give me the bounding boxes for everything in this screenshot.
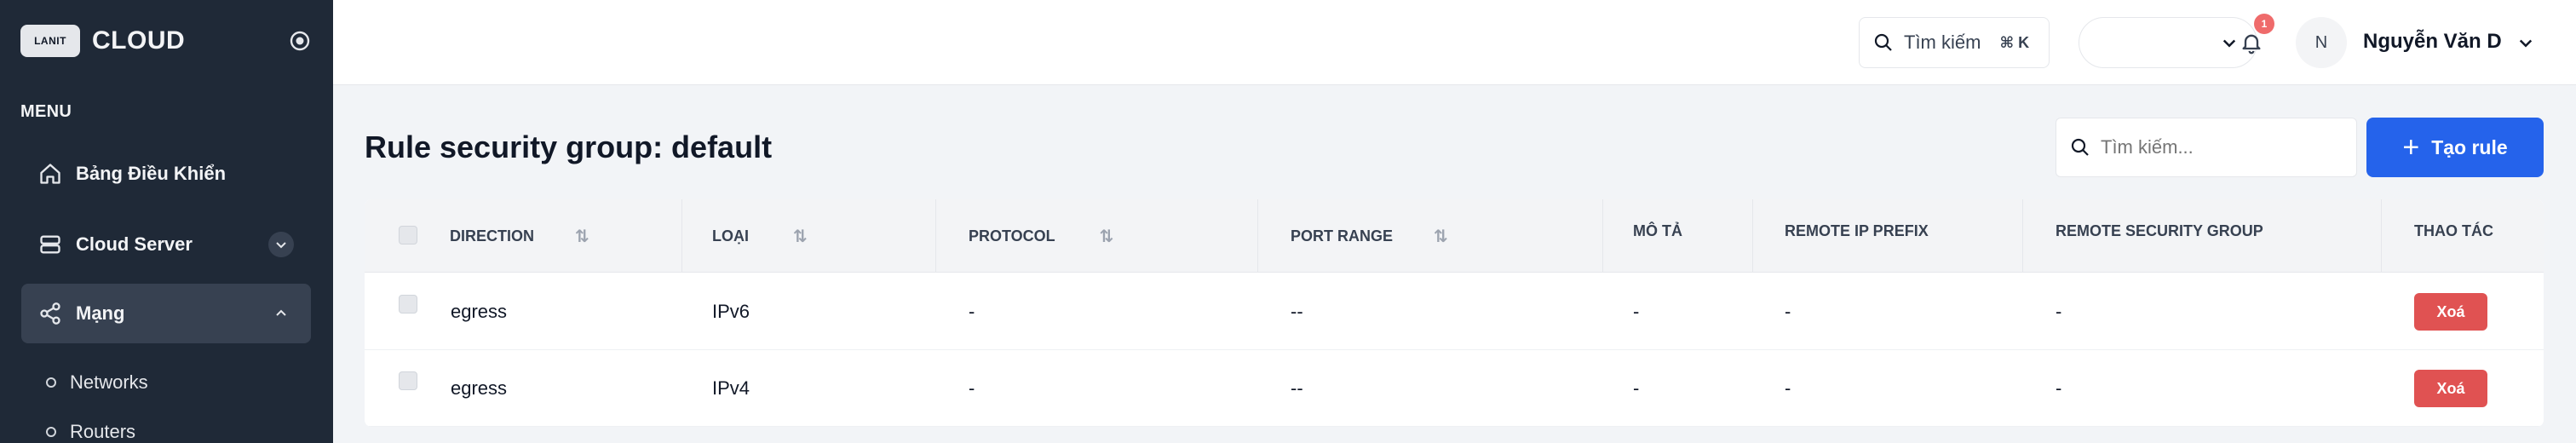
cell-protocol: - bbox=[969, 301, 975, 322]
global-search-button[interactable]: Tìm kiếm ⌘ K bbox=[1859, 17, 2050, 68]
cell-type: IPv4 bbox=[712, 377, 750, 399]
chevron-up-icon[interactable] bbox=[268, 301, 294, 326]
column-header-description: MÔ TẢ bbox=[1633, 199, 1682, 268]
column-header-remote-ip-prefix: REMOTE IP PREFIX bbox=[1785, 199, 1929, 268]
delete-button[interactable]: Xoá bbox=[2414, 293, 2487, 331]
sidebar-subitem-networks[interactable]: Networks bbox=[46, 371, 148, 394]
cell-remote-ip-prefix: - bbox=[1785, 301, 1791, 322]
table-row: egress IPv4 - -- - - - Xoá bbox=[365, 350, 2544, 427]
search-shortcut: ⌘ K bbox=[1999, 33, 2030, 51]
create-rule-button[interactable]: + Tạo rule bbox=[2366, 118, 2544, 177]
column-header-type[interactable]: LOẠI ⇅ bbox=[712, 199, 808, 273]
rule-search-input[interactable] bbox=[2101, 136, 2348, 158]
home-icon bbox=[37, 160, 64, 187]
sidebar-subitem-label: Networks bbox=[70, 371, 148, 393]
cell-type: IPv6 bbox=[712, 301, 750, 322]
sort-icon[interactable]: ⇅ bbox=[1100, 226, 1114, 247]
brand-logo: LANIT bbox=[20, 25, 80, 57]
brand-name: CLOUD bbox=[92, 26, 186, 55]
column-divider bbox=[681, 199, 682, 273]
column-divider bbox=[935, 199, 936, 273]
cell-direction: egress bbox=[451, 377, 508, 399]
chevron-down-icon[interactable] bbox=[268, 232, 294, 257]
column-header-port-range[interactable]: PORT RANGE ⇅ bbox=[1291, 199, 1448, 273]
column-header-direction[interactable]: DIRECTION ⇅ bbox=[450, 199, 589, 273]
column-divider bbox=[1257, 199, 1258, 273]
column-divider bbox=[2381, 199, 2382, 273]
rules-table: DIRECTION ⇅ LOẠI ⇅ PROTOCOL ⇅ PORT RANGE… bbox=[365, 199, 2544, 427]
column-header-actions: THAO TÁC bbox=[2414, 199, 2493, 268]
sort-icon[interactable]: ⇅ bbox=[1434, 226, 1448, 247]
cell-remote-security-group: - bbox=[2056, 377, 2062, 399]
plus-icon: + bbox=[2402, 131, 2420, 164]
cell-description: - bbox=[1633, 301, 1640, 322]
column-divider bbox=[1602, 199, 1603, 273]
chevron-down-icon[interactable] bbox=[2514, 31, 2538, 55]
select-all-checkbox[interactable] bbox=[399, 226, 417, 245]
create-rule-label: Tạo rule bbox=[2431, 135, 2508, 158]
header-label: REMOTE SECURITY GROUP bbox=[2056, 222, 2263, 239]
row-checkbox[interactable] bbox=[399, 371, 417, 390]
sidebar-item-network[interactable]: Mạng bbox=[21, 284, 311, 343]
radio-circle-icon bbox=[290, 31, 310, 51]
search-icon bbox=[2071, 138, 2089, 156]
top-bar: Tìm kiếm ⌘ K 1 N Nguyễn Văn D bbox=[333, 0, 2576, 85]
server-icon bbox=[37, 231, 64, 258]
sort-icon[interactable]: ⇅ bbox=[793, 226, 808, 247]
cell-protocol: - bbox=[969, 377, 975, 399]
notification-badge: 1 bbox=[2254, 14, 2274, 34]
menu-label: MENU bbox=[20, 102, 72, 121]
user-name[interactable]: Nguyễn Văn D bbox=[2363, 30, 2502, 54]
sidebar-item-label: Mạng bbox=[76, 302, 125, 324]
cell-direction: egress bbox=[451, 301, 508, 322]
bell-icon bbox=[2242, 34, 2261, 55]
sidebar-item-dashboard[interactable]: Bảng Điều Khiển bbox=[21, 144, 311, 204]
sort-icon[interactable]: ⇅ bbox=[575, 226, 589, 247]
cell-remote-security-group: - bbox=[2056, 301, 2062, 322]
page-title: Rule security group: default bbox=[365, 129, 773, 164]
sidebar-collapse-button[interactable] bbox=[287, 28, 313, 54]
network-share-icon bbox=[37, 300, 64, 327]
avatar[interactable]: N bbox=[2296, 17, 2347, 68]
column-divider bbox=[1752, 199, 1753, 273]
header-label: PROTOCOL bbox=[969, 227, 1055, 245]
circle-bullet-icon bbox=[46, 377, 56, 388]
rule-search-box[interactable] bbox=[2056, 118, 2357, 177]
circle-bullet-icon bbox=[46, 427, 56, 437]
global-search-label: Tìm kiếm bbox=[1904, 32, 1981, 53]
sidebar-subitem-label: Routers bbox=[70, 421, 136, 442]
sidebar-item-cloud-server[interactable]: Cloud Server bbox=[21, 215, 311, 274]
header-label: REMOTE IP PREFIX bbox=[1785, 222, 1929, 239]
header-label: DIRECTION bbox=[450, 227, 534, 245]
sidebar-item-label: Cloud Server bbox=[76, 233, 193, 255]
table-row: egress IPv6 - -- - - - Xoá bbox=[365, 273, 2544, 350]
brand[interactable]: LANIT CLOUD bbox=[20, 22, 185, 60]
search-icon bbox=[1874, 33, 1892, 51]
cell-port-range: -- bbox=[1291, 301, 1303, 322]
header-label: LOẠI bbox=[712, 227, 749, 245]
column-divider bbox=[2022, 199, 2023, 273]
row-checkbox[interactable] bbox=[399, 295, 417, 314]
project-select[interactable] bbox=[2079, 17, 2257, 68]
cell-remote-ip-prefix: - bbox=[1785, 377, 1791, 399]
cell-description: - bbox=[1633, 377, 1640, 399]
header-label: MÔ TẢ bbox=[1633, 222, 1682, 239]
column-header-protocol[interactable]: PROTOCOL ⇅ bbox=[969, 199, 1113, 273]
header-label: THAO TÁC bbox=[2414, 222, 2493, 239]
cell-port-range: -- bbox=[1291, 377, 1303, 399]
sidebar-subitem-routers[interactable]: Routers bbox=[46, 421, 135, 443]
column-header-remote-security-group: REMOTE SECURITY GROUP bbox=[2056, 199, 2263, 268]
sidebar: LANIT CLOUD MENU Bảng Điều Khiển Cloud S… bbox=[0, 0, 333, 443]
header-label: PORT RANGE bbox=[1291, 227, 1394, 245]
sidebar-item-label: Bảng Điều Khiển bbox=[76, 163, 227, 184]
table-header: DIRECTION ⇅ LOẠI ⇅ PROTOCOL ⇅ PORT RANGE… bbox=[365, 199, 2544, 273]
delete-button[interactable]: Xoá bbox=[2414, 370, 2487, 407]
